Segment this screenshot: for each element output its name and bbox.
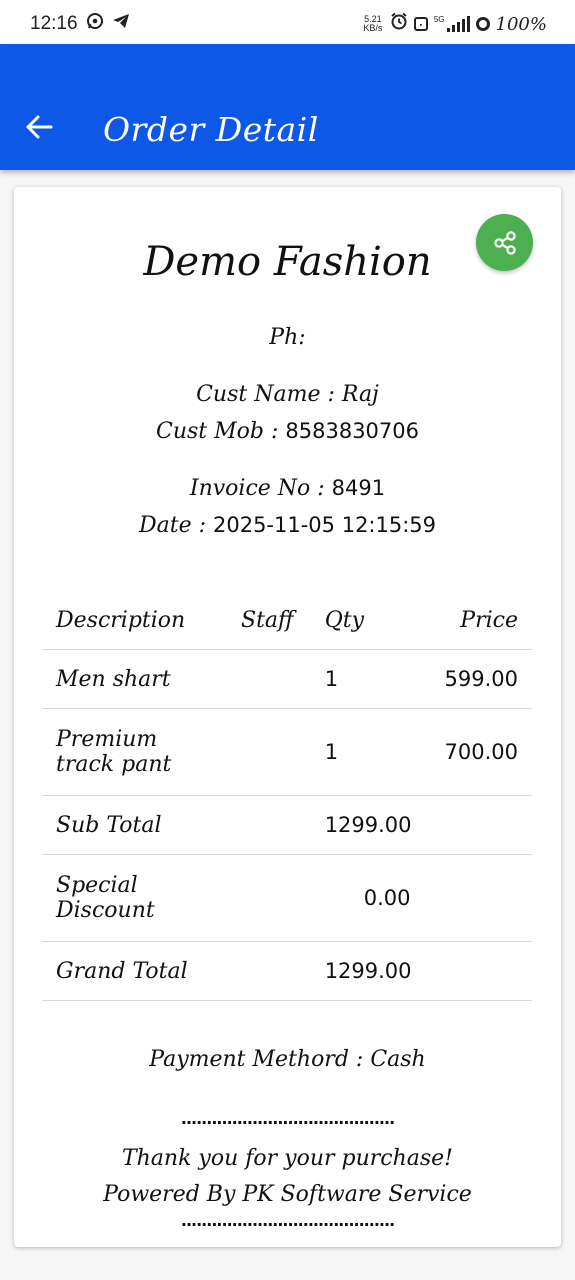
item-qty: 1 [310, 708, 431, 796]
special-discount-label: Special Discount [42, 854, 228, 942]
battery-icon [475, 17, 490, 31]
app-bar: Order Detail [0, 44, 575, 170]
separator-bottom: ........................................… [180, 1211, 395, 1230]
date-line: Date : 2025-11-05 12:15:59 [14, 513, 561, 538]
status-bar: 12:16 5.21 KB/s ▪ 5G 100% [0, 0, 575, 44]
date-value: 2025-11-05 12:15:59 [212, 513, 437, 537]
col-description: Description [42, 592, 228, 650]
net-speed-unit: KB/s [363, 23, 383, 33]
separator-top: ........................................… [180, 1109, 395, 1128]
empty-cell [227, 795, 311, 855]
special-discount-value: 0.00 [310, 854, 431, 942]
sub-total-label: Sub Total [42, 795, 228, 855]
receipt-card: Demo Fashion Ph: Cust Name : Raj Cust Mo… [14, 187, 561, 1247]
battery-level: 100% [495, 13, 547, 35]
net-speed: 5.21 KB/s [362, 15, 384, 33]
item-price: 599.00 [430, 649, 532, 709]
cust-name-label: Cust Name : [196, 382, 342, 407]
page-title: Order Detail [103, 110, 319, 149]
phone-line: Ph: [14, 325, 561, 350]
alarm-icon [390, 12, 408, 36]
invoice-label: Invoice No : [189, 476, 332, 501]
col-price: Price [430, 592, 532, 650]
empty-cell [227, 854, 311, 942]
powered-by-text: Powered By PK Software Service [103, 1182, 472, 1207]
item-qty: 1 [310, 649, 431, 709]
grand-total-row: Grand Total 1299.00 [42, 941, 532, 1001]
vo-lte-icon: ▪ [413, 17, 428, 31]
date-label: Date : [138, 513, 213, 538]
payment-label: Payment Methord : [149, 1047, 371, 1072]
item-description: Premium track pant [42, 708, 228, 796]
whatsapp-icon [86, 12, 104, 36]
shop-name: Demo Fashion [143, 239, 432, 285]
invoice-value: 8491 [331, 476, 386, 500]
empty-cell [430, 854, 532, 942]
cust-mob-line: Cust Mob : 8583830706 [14, 419, 561, 444]
network-type: 5G [433, 15, 445, 24]
back-button[interactable] [18, 106, 60, 148]
sub-total-row: Sub Total 1299.00 [42, 795, 532, 855]
grand-total-value: 1299.00 [310, 941, 532, 1001]
table-header-row: Description Staff Qty Price [42, 592, 532, 650]
col-qty: Qty [310, 592, 431, 650]
item-staff [227, 708, 311, 796]
telegram-icon [112, 13, 130, 35]
arrow-left-icon [26, 115, 53, 139]
grand-total-label: Grand Total [42, 941, 228, 1001]
payment-value: Cash [370, 1047, 426, 1072]
item-price: 700.00 [430, 708, 532, 796]
empty-cell [227, 941, 311, 1001]
cust-mob-label: Cust Mob : [156, 419, 286, 444]
cust-name-value: Raj [341, 382, 379, 407]
signal-icon: 5G [434, 16, 470, 32]
cust-name-line: Cust Name : Raj [14, 382, 561, 407]
sub-total-value: 1299.00 [310, 795, 532, 855]
cust-mob-value: 8583830706 [285, 419, 419, 443]
item-staff [227, 649, 311, 709]
item-description: Men shart [42, 649, 228, 709]
status-time: 12:16 [30, 13, 78, 34]
table-row: Premium track pant 1 700.00 [42, 708, 532, 796]
col-staff: Staff [227, 592, 311, 650]
payment-line: Payment Methord : Cash [14, 1047, 561, 1072]
special-discount-row: Special Discount 0.00 [42, 854, 532, 942]
thank-you-text: Thank you for your purchase! [121, 1146, 454, 1171]
items-table: Description Staff Qty Price Men shart 1 … [42, 592, 532, 1001]
invoice-line: Invoice No : 8491 [14, 476, 561, 501]
phone-label: Ph: [269, 325, 306, 350]
table-row: Men shart 1 599.00 [42, 649, 532, 709]
